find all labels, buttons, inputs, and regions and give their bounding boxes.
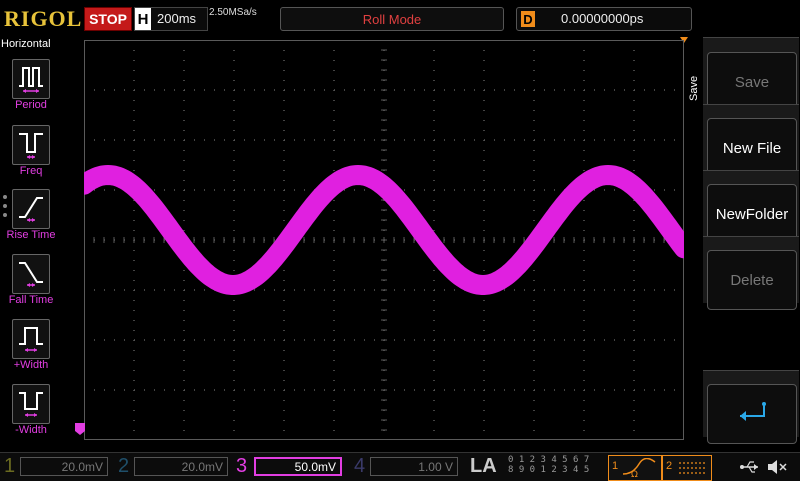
logic-analyzer-label[interactable]: LA xyxy=(470,455,497,478)
measure-freq[interactable]: Freq xyxy=(0,123,62,185)
waveform-display[interactable] xyxy=(84,40,684,440)
svg-text:Ω: Ω xyxy=(631,470,638,478)
fall-time-label: Fall Time xyxy=(8,294,54,306)
fall-time-icon xyxy=(12,254,50,294)
trigger-status[interactable]: 1 Ω xyxy=(608,455,662,481)
rise-time-label: Rise Time xyxy=(6,229,56,241)
digital-row-2: 8 9 0 1 2 3 4 5 xyxy=(508,465,590,475)
freq-label: Freq xyxy=(19,165,43,177)
channel-3-ground-marker[interactable] xyxy=(74,422,86,436)
measure-fall-time[interactable]: Fall Time xyxy=(0,252,62,314)
measure-rise-time[interactable]: Rise Time xyxy=(0,187,62,249)
acquisition-mode: Roll Mode xyxy=(280,7,504,31)
channel-3-status[interactable]: 3 50.0mV xyxy=(236,455,348,479)
positive-width-icon xyxy=(12,319,50,359)
negative-width-label: -Width xyxy=(15,424,47,436)
rise-time-icon xyxy=(12,189,50,229)
measure-period[interactable]: Period xyxy=(0,57,62,119)
delay-value: 0.00000000ps xyxy=(561,11,644,26)
negative-width-icon xyxy=(12,384,50,424)
digital-row-1: 0 1 2 3 4 5 6 7 xyxy=(508,455,590,465)
channel-3-scale: 50.0mV xyxy=(254,457,342,476)
delete-button[interactable]: Delete xyxy=(707,250,797,310)
channel-1-scale: 20.0mV xyxy=(20,457,108,476)
channel-1-number: 1 xyxy=(4,455,16,477)
channel-3-number: 3 xyxy=(236,455,248,477)
trigger-2-source: 2 xyxy=(666,460,673,472)
trigger-coupling-icon xyxy=(679,462,705,474)
trigger-source: 1 xyxy=(612,460,619,472)
new-folder-button[interactable]: NewFolder xyxy=(707,184,797,244)
timebase-indicator[interactable]: H 200ms xyxy=(134,7,208,31)
digital-channel-indicator: 0 1 2 3 4 5 6 7 8 9 0 1 2 3 4 5 xyxy=(508,455,604,477)
positive-width-label: +Width xyxy=(13,359,49,371)
period-label: Period xyxy=(15,99,47,111)
measure-positive-width[interactable]: +Width xyxy=(0,317,62,379)
channel-4-scale: 1.00 V xyxy=(370,457,458,476)
measure-menu: Horizontal Period Freq Rise Time Fall Ti… xyxy=(0,37,62,452)
rigol-logo: RIGOL xyxy=(4,6,83,31)
channel-status-bar: 1 20.0mV 2 20.0mV 3 50.0mV 4 1.00 V LA 0… xyxy=(0,452,800,481)
channel-2-status[interactable]: 2 20.0mV xyxy=(118,455,230,479)
run-stop-status[interactable]: STOP xyxy=(84,7,132,31)
usb-icon xyxy=(740,461,758,473)
menu-title: Horizontal xyxy=(1,38,51,50)
horizontal-label: H xyxy=(135,8,151,30)
save-menu-tab: Save xyxy=(688,75,700,101)
period-icon xyxy=(12,59,50,99)
channel-4-number: 4 xyxy=(354,455,366,477)
mute-icon[interactable] xyxy=(766,458,788,476)
measure-negative-width[interactable]: -Width xyxy=(0,382,62,444)
timebase-value: 200ms xyxy=(157,11,197,26)
trigger-2-status[interactable]: 2 xyxy=(662,455,712,481)
top-status-bar: RIGOL STOP H 200ms 2.50MSa/s Roll Mode D… xyxy=(0,0,800,36)
sample-rate: 2.50MSa/s xyxy=(209,7,257,18)
delay-label: D xyxy=(521,11,535,27)
return-arrow-icon xyxy=(740,402,766,421)
save-menu: Save New File NewFolder Delete xyxy=(703,37,800,452)
channel-2-scale: 20.0mV xyxy=(134,457,228,476)
delay-indicator[interactable]: D 0.00000000ps xyxy=(516,7,692,31)
trigger-slope-icon: Ω xyxy=(622,458,656,478)
channel-2-number: 2 xyxy=(118,455,130,477)
freq-icon xyxy=(12,125,50,165)
return-button[interactable] xyxy=(707,384,797,444)
new-file-button[interactable]: New File xyxy=(707,118,797,178)
save-button[interactable]: Save xyxy=(707,52,797,112)
channel-4-status[interactable]: 4 1.00 V xyxy=(354,455,466,479)
channel-1-status[interactable]: 1 20.0mV xyxy=(4,455,116,479)
